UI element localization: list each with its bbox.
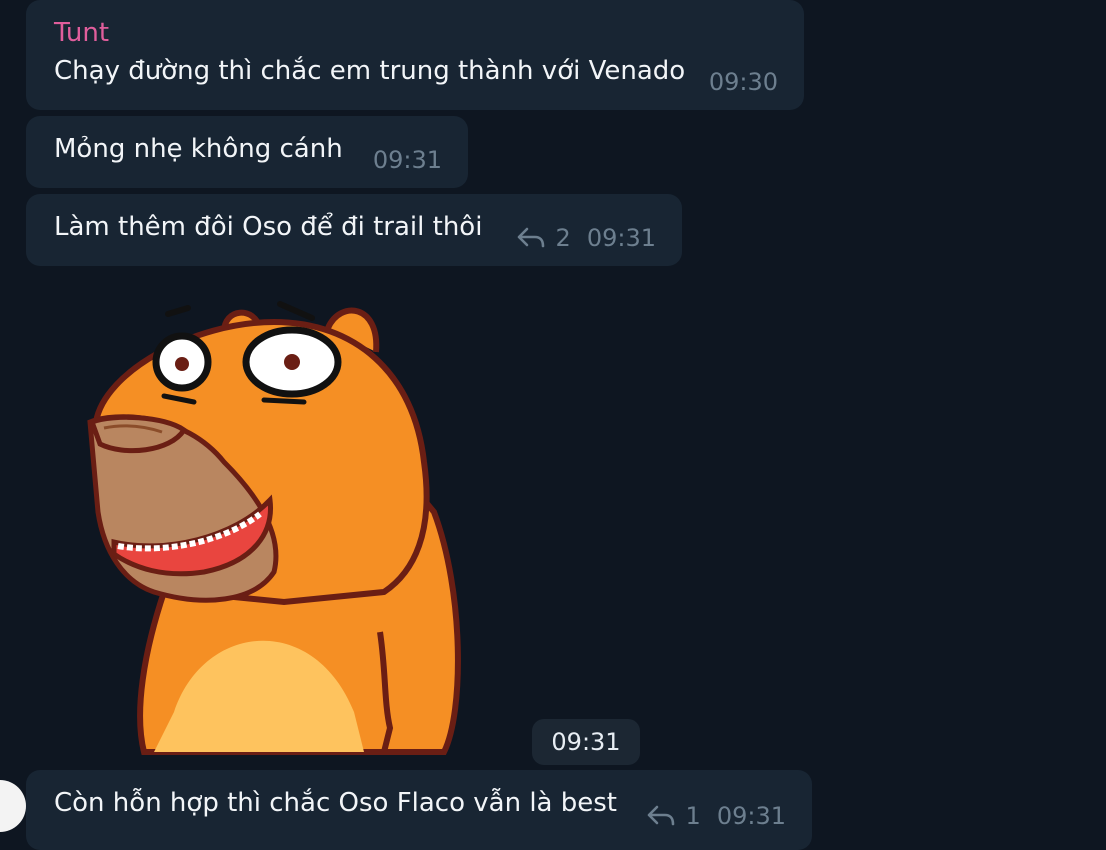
message-meta: 2 09:31 xyxy=(516,224,656,252)
reply-count[interactable]: 2 xyxy=(556,224,571,252)
message-time: 09:31 xyxy=(716,802,786,830)
reply-count[interactable]: 1 xyxy=(686,802,701,830)
message-meta: 09:30 xyxy=(709,68,778,96)
message-meta: 09:31 xyxy=(373,146,442,174)
message-text: Mỏng nhẹ không cánh xyxy=(54,134,343,164)
sticker-time: 09:31 xyxy=(532,719,640,765)
reply-icon[interactable] xyxy=(646,804,676,828)
message-meta: 1 09:31 xyxy=(646,802,786,830)
capybara-sticker[interactable] xyxy=(84,292,464,762)
message-bubble[interactable]: Còn hỗn hợp thì chắc Oso Flaco vẫn là be… xyxy=(26,770,812,850)
message-time: 09:31 xyxy=(372,146,442,174)
avatar[interactable] xyxy=(0,780,26,832)
message-bubble[interactable]: Làm thêm đôi Oso để đi trail thôi 2 09:3… xyxy=(26,194,682,266)
message-bubble[interactable]: Tunt Chạy đường thì chắc em trung thành … xyxy=(26,0,804,110)
message-text: Làm thêm đôi Oso để đi trail thôi xyxy=(54,212,483,242)
message-text: Chạy đường thì chắc em trung thành với V… xyxy=(54,56,686,86)
reply-icon[interactable] xyxy=(516,226,546,250)
message-bubble[interactable]: Mỏng nhẹ không cánh 09:31 xyxy=(26,116,468,188)
message-time: 09:31 xyxy=(586,224,656,252)
message-text: Còn hỗn hợp thì chắc Oso Flaco vẫn là be… xyxy=(54,788,617,818)
sender-name[interactable]: Tunt xyxy=(54,18,109,48)
message-time: 09:30 xyxy=(708,68,778,96)
